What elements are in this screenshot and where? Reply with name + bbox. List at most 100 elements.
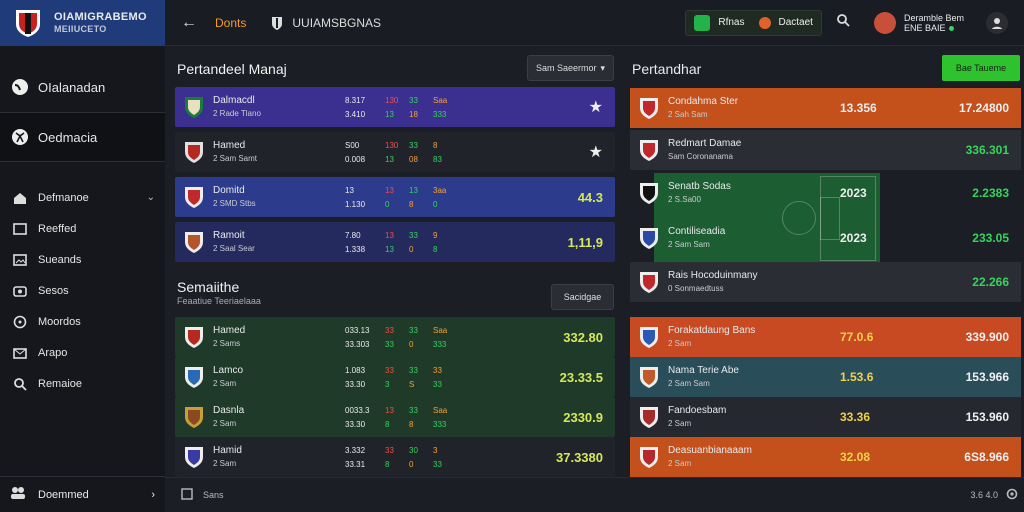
ranking-row[interactable]: Nama Terie Abe 2 Sam Sam 1.53.6 153.966 [630, 357, 1021, 397]
team-row[interactable]: Dalmacdl 2 Rade Tlano 8.317 130 33 Saa 3.410 13… [175, 87, 615, 127]
sidebar-item-sub-3[interactable]: Sueands [0, 244, 165, 275]
avatar [873, 11, 896, 34]
ranking-row[interactable]: Fandoesbam 2 Sam 33.36 153.960 [630, 397, 1021, 437]
team-row[interactable]: Lamco 2 Sam 1.083 33 33 33 33.30 3 S 33 23.33.5 [175, 357, 615, 397]
ranking-row[interactable]: Redmart Damae Sam Coronanama 336.301 [630, 130, 1021, 170]
stat-value: 0 [409, 244, 414, 254]
team-stats: 1.083 33 33 33 33.30 3 S 33 [345, 364, 457, 391]
search-icon[interactable] [836, 13, 850, 32]
stat-value: 33 [409, 405, 418, 415]
team-total: 336.301 [965, 143, 1009, 157]
team-row[interactable]: Ramoit 2 Saal Sear 7.80 13 33 9 1.338 13 0 8 1,11,… [175, 222, 615, 262]
team-sub: 2 Sam Sam [668, 240, 710, 249]
shield-icon [272, 16, 283, 30]
team-row[interactable]: Hamed 2 Sams 033.13 33 33 Saa 33.303 33 0 333 332.… [175, 317, 615, 357]
stat-value: 33 [409, 365, 418, 375]
account-icon[interactable] [986, 11, 1008, 34]
team-total: 233.05 [972, 231, 1009, 245]
ranking-row[interactable]: Contiliseadia 2 Sam Sam 2023 233.05 [630, 218, 1021, 258]
stat-value: 8 [433, 140, 438, 150]
mail-icon [10, 343, 30, 363]
favorite-star-icon[interactable]: ★ [589, 97, 603, 117]
stat-value: 8 [409, 199, 414, 209]
sidebar-item-main-1[interactable]: OIalanadan [0, 62, 165, 112]
team-name: Domitd [213, 185, 245, 196]
search-icon [10, 374, 30, 394]
team-total: 17.24800 [958, 101, 1009, 115]
team-sub: 0 Sonmaedtuss [668, 284, 724, 293]
team-sub: 2 Sam Sam [668, 379, 710, 388]
tab-squads[interactable]: UUIAMSBGNAS [292, 16, 381, 30]
ranking-row[interactable]: Senatb Sodas 2 S.Sa00 2023 2.2383 [630, 173, 1021, 213]
team-row[interactable]: Domitd 2 SMD Stbs 13 13 13 3aa 1.130 0 8 0 44.3 [175, 177, 615, 217]
image-icon [10, 250, 30, 270]
topbar-action-button[interactable]: Rfnas Dactaet [685, 9, 822, 36]
team-sub: 2 S.Sa00 [668, 195, 701, 204]
stat-value: 333 [433, 339, 447, 349]
sidebar-item-sub-4[interactable]: Sesos [0, 275, 165, 306]
stat-value: 9 [433, 230, 438, 240]
team-sub: 2 Sams [213, 339, 241, 348]
brand[interactable]: OIAMIGRABEMO MEIIUCETO [0, 0, 165, 46]
sidebar-item-sub-6[interactable]: Arapo [0, 337, 165, 368]
user-profile[interactable]: Deramble Bem ENE BAIE [873, 11, 964, 34]
stat-value: 1.338 [345, 244, 366, 254]
ranking-row[interactable]: Forakatdaung Bans 2 Sam 77.0.6 339.900 [630, 317, 1021, 357]
sidebar-item-sub-1[interactable]: Defmanoe ⌄ [0, 182, 165, 213]
team-name: Hamed [213, 325, 246, 336]
clock-icon [10, 312, 30, 332]
team-name: Hamid [213, 445, 242, 456]
filter-select-value: Sacidgae [563, 292, 602, 302]
team-mid-value: 2023 [840, 186, 867, 200]
team-sub: 2 SMD Stbs [213, 199, 256, 208]
favorite-star-icon[interactable]: ★ [589, 142, 603, 162]
team-stats: 033.13 33 33 Saa 33.303 33 0 333 [345, 324, 457, 351]
grid-icon[interactable] [181, 488, 193, 502]
sidebar-item-label: Moordos [38, 315, 81, 328]
sidebar-item-main-2[interactable]: Oedmacia [0, 112, 165, 162]
team-total: 153.960 [965, 410, 1009, 424]
stat-value: 130 [385, 140, 399, 150]
team-row[interactable]: Hamed 2 Sam Samt S00 130 33 8 0.008 13 08 83 ★ [175, 132, 615, 172]
sidebar-item-label: Arapo [38, 346, 68, 359]
sidebar-item-sub-2[interactable]: Reeffed [0, 213, 165, 244]
stat-value: 30 [409, 445, 418, 455]
stat-value: 33.31 [345, 459, 366, 469]
ranking-row[interactable]: Rais Hocoduinmany 0 Sonmaedtuss 22.266 [630, 262, 1021, 302]
globe-icon [10, 77, 30, 97]
team-name: Hamed [213, 140, 246, 151]
ranking-row[interactable]: Condahma Ster 2 Sah Sam 13.356 17.24800 [630, 88, 1021, 128]
chevron-down-icon[interactable]: ⌄ [147, 192, 155, 203]
ranking-row[interactable]: Deasuanbianaaam 2 Sam 32.08 6S8.966 [630, 437, 1021, 477]
right-section-title: Pertandhar [632, 61, 702, 77]
sidebar-item-label: Oedmacia [38, 129, 98, 145]
sidebar-item-sub-5[interactable]: Moordos [0, 306, 165, 337]
stat-value: 33 [385, 339, 394, 349]
stat-value: 33 [385, 325, 394, 335]
stat-value: 33 [385, 365, 394, 375]
settings-icon[interactable] [1006, 488, 1018, 502]
sidebar-footer[interactable]: Doemmed › [0, 476, 165, 512]
user-status: ENE BAIE [903, 22, 946, 33]
primary-action-label: Bae Taueme [955, 63, 1007, 73]
primary-action-button[interactable]: Bae Taueme [942, 55, 1020, 81]
team-row[interactable]: Dasnla 2 Sam 0033.3 13 33 Saa 33.30 8 8 333 2330.9 [175, 397, 615, 437]
team-mid-value: 2023 [840, 231, 867, 245]
stat-value: 130 [385, 95, 399, 105]
sort-select[interactable]: Sam Saeermor ▾ [527, 55, 614, 81]
team-sub: 2 Sam [668, 459, 692, 468]
back-arrow-icon[interactable]: ← [181, 14, 197, 32]
team-name: Rais Hocoduinmany [668, 270, 758, 281]
badge-icon [758, 16, 771, 29]
filter-select[interactable]: Sacidgae [551, 284, 614, 310]
chevron-right-icon[interactable]: › [151, 489, 155, 501]
sidebar-item-sub-7[interactable]: Remaioe [0, 368, 165, 399]
stat-value: Saa [433, 325, 448, 335]
team-row[interactable]: Hamid 2 Sam 3.332 33 30 3 33.31 8 0 33 37.3380 [175, 437, 615, 477]
stat-value: 33 [409, 230, 418, 240]
stat-value: 0 [409, 459, 414, 469]
tab-active[interactable]: Donts [215, 16, 246, 30]
team-sub: 2 Sam [668, 339, 692, 348]
stat-value: 33 [433, 379, 442, 389]
team-sub: 2 Sah Sam [668, 110, 708, 119]
